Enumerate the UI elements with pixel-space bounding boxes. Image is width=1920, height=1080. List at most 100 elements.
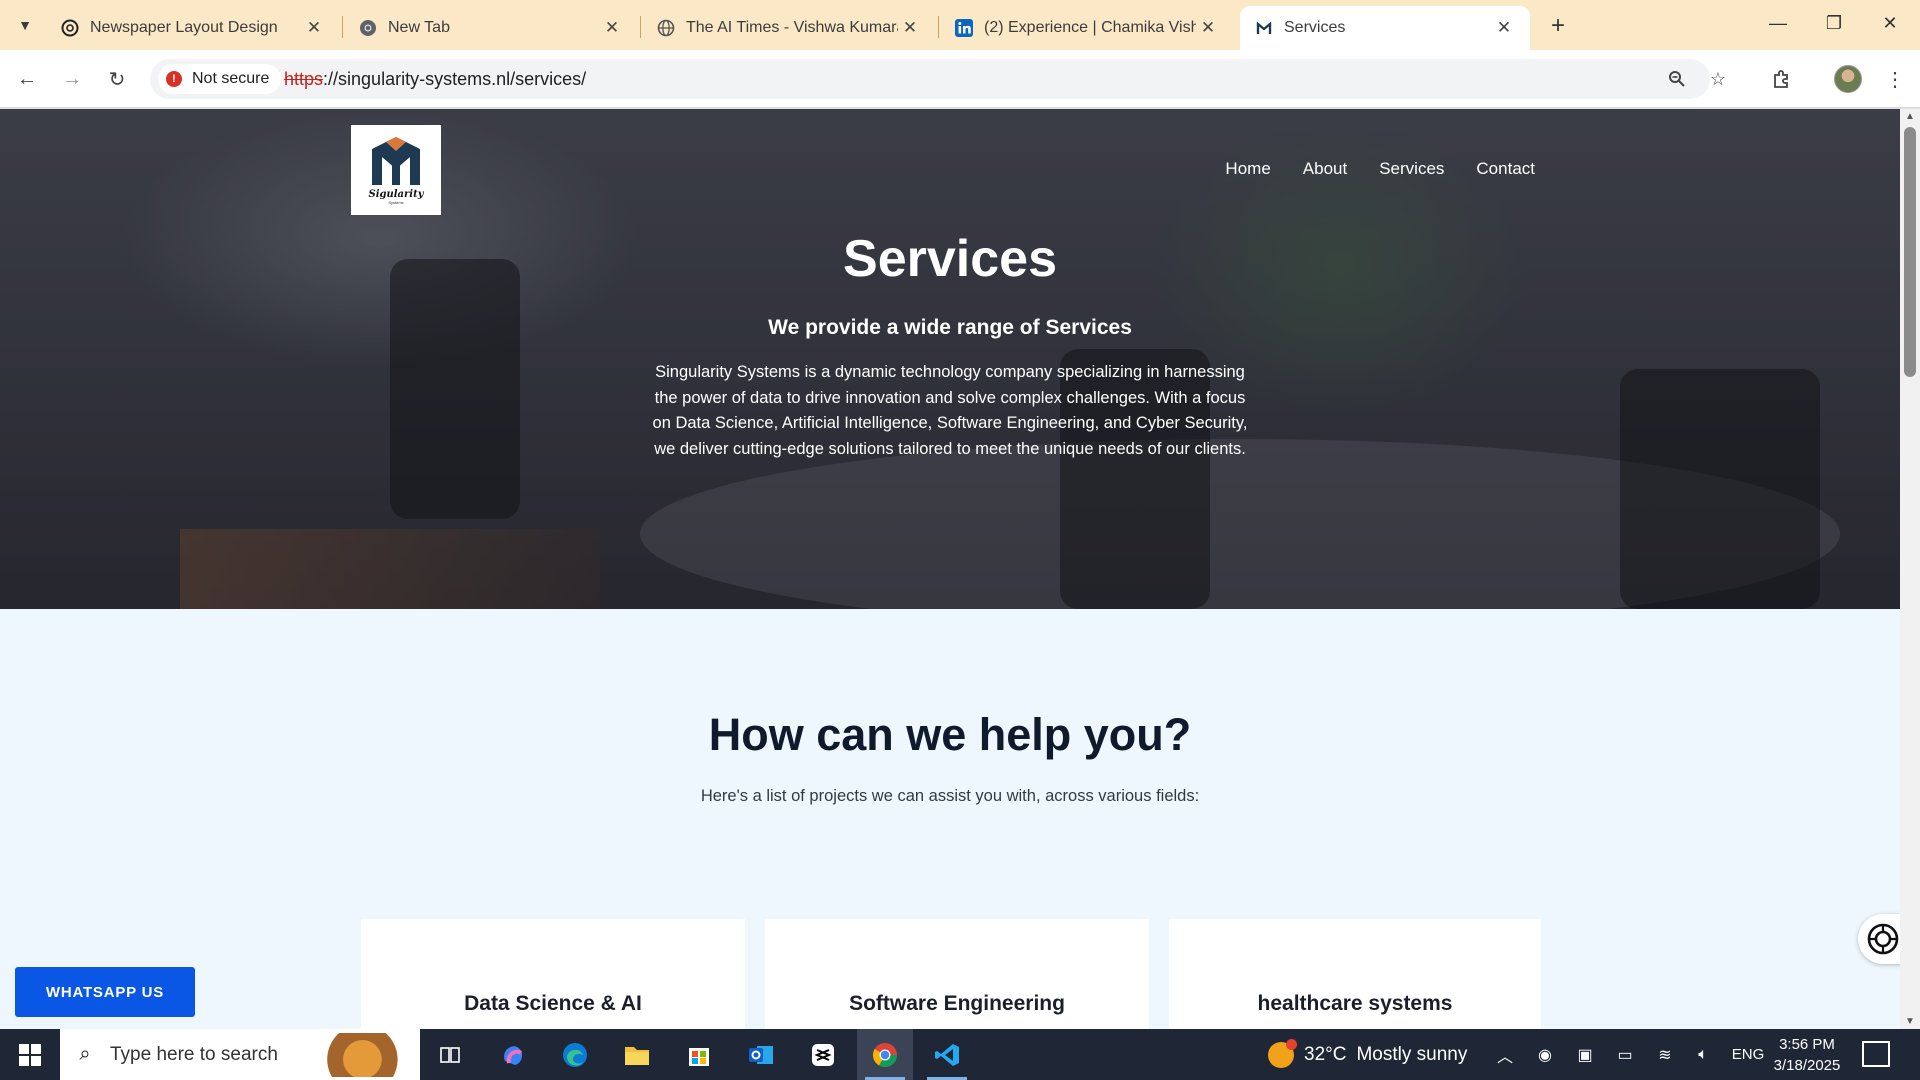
volume-icon[interactable]: 🔈︎	[1688, 1029, 1718, 1080]
new-tab-button[interactable]: +	[1542, 10, 1574, 42]
forward-button[interactable]: →	[57, 64, 87, 94]
browser-tab-strip: ▼ Newspaper Layout Design ✕ New Tab ✕ Th…	[0, 0, 1920, 50]
url-text[interactable]: https://singularity-systems.nl/services/	[284, 59, 586, 99]
menu-kebab-icon[interactable]: ⋮	[1880, 64, 1910, 94]
close-tab-icon[interactable]: ✕	[1196, 18, 1220, 38]
nav-home[interactable]: Home	[1225, 159, 1270, 179]
tab-search-button[interactable]: ▼	[8, 10, 42, 40]
capcut-icon	[812, 1043, 834, 1066]
copilot-icon	[504, 1045, 523, 1065]
tab-title: The AI Times - Vishwa Kumara's	[686, 19, 898, 36]
chevron-down-icon: ▼	[18, 17, 32, 33]
back-button[interactable]: ←	[12, 64, 42, 94]
chrome-app[interactable]	[857, 1029, 913, 1080]
show-hidden-icons-icon[interactable]: ︿	[1490, 1029, 1520, 1080]
linkedin-icon	[954, 18, 974, 38]
notifications-icon[interactable]	[1862, 1041, 1890, 1067]
tab-services[interactable]: Services ✕	[1240, 6, 1530, 50]
system-clock[interactable]: 3:56 PM 3/18/2025	[1762, 1034, 1852, 1076]
site-navigation: Home About Services Contact	[1225, 159, 1535, 179]
site-logo[interactable]: Sigularity Systems	[351, 125, 441, 215]
language-indicator[interactable]: ENG	[1730, 1029, 1766, 1080]
service-card-data-science[interactable]: Data Science & AI	[361, 919, 745, 1029]
file-explorer-app[interactable]	[609, 1029, 665, 1080]
service-card-healthcare[interactable]: healthcare systems	[1169, 919, 1541, 1029]
close-tab-icon[interactable]: ✕	[302, 18, 326, 38]
address-bar[interactable]: ! Not secure https://singularity-systems…	[150, 59, 1726, 99]
wifi-icon[interactable]: ≋	[1650, 1029, 1680, 1080]
meet-icon[interactable]: ▣	[1570, 1029, 1600, 1080]
service-card-title: Data Science & AI	[464, 992, 642, 1015]
tab-title: Services	[1284, 19, 1346, 36]
tab-separator	[938, 16, 939, 38]
close-tab-icon[interactable]: ✕	[898, 18, 922, 38]
scrollbar-thumb[interactable]	[1904, 127, 1916, 377]
tab-separator	[342, 16, 343, 38]
weather-widget[interactable]: 32°C Mostly sunny	[1268, 1029, 1467, 1080]
extensions-icon[interactable]	[1766, 64, 1796, 94]
globe-icon	[656, 18, 676, 38]
security-label: Not secure	[192, 70, 270, 87]
edge-app[interactable]	[547, 1029, 603, 1080]
tab-new-tab[interactable]: New Tab ✕	[344, 6, 638, 50]
tab-ai-times[interactable]: The AI Times - Vishwa Kumara's ✕	[642, 6, 936, 50]
capcut-app[interactable]	[795, 1029, 851, 1080]
reload-button[interactable]: ↻	[102, 64, 132, 94]
vscode-app[interactable]	[919, 1029, 975, 1080]
weather-alert-badge	[1286, 1038, 1297, 1050]
back-arrow-icon: ←	[17, 67, 37, 90]
outlook-icon	[749, 1045, 773, 1064]
profile-avatar[interactable]	[1834, 65, 1862, 93]
microsoft-store-app[interactable]	[671, 1029, 727, 1080]
openai-icon	[60, 18, 80, 38]
copilot-app[interactable]	[485, 1029, 541, 1080]
nav-contact[interactable]: Contact	[1476, 159, 1535, 179]
close-window-button[interactable]: ✕	[1862, 0, 1918, 46]
vscode-icon	[935, 1043, 959, 1066]
chrome-icon	[358, 18, 378, 38]
task-view-button[interactable]	[422, 1029, 478, 1080]
url-scheme: https	[284, 69, 324, 89]
taskbar-search-box[interactable]: ⌕ Type here to search	[60, 1029, 420, 1080]
battery-icon[interactable]: ▭	[1610, 1029, 1640, 1080]
logo-subtext: Systems	[388, 200, 404, 205]
nav-about[interactable]: About	[1303, 159, 1347, 179]
security-chip[interactable]: ! Not secure	[158, 64, 282, 94]
tab-linkedin[interactable]: (2) Experience | Chamika Vishwa ✕	[940, 6, 1234, 50]
forward-arrow-icon: →	[62, 67, 82, 90]
close-tab-icon[interactable]: ✕	[1492, 18, 1516, 38]
page-viewport: Sigularity Systems Home About Services C…	[0, 109, 1900, 1029]
page-scrollbar[interactable]: ▲ ▼	[1900, 109, 1920, 1029]
close-tab-icon[interactable]: ✕	[600, 18, 624, 38]
tab-title: (2) Experience | Chamika Vishwa	[984, 19, 1196, 36]
outlook-app[interactable]	[733, 1029, 789, 1080]
help-subheading: Here's a list of projects we can assist …	[700, 787, 1200, 805]
help-heading: How can we help you?	[708, 709, 1192, 760]
zoom-icon[interactable]	[1665, 67, 1689, 91]
bookmark-star-icon[interactable]: ☆	[1706, 67, 1730, 91]
restore-icon: ❐	[1825, 12, 1843, 33]
task-view-icon	[440, 1046, 460, 1063]
service-card-software-engineering[interactable]: Software Engineering	[765, 919, 1149, 1029]
record-icon[interactable]: ◉	[1530, 1029, 1560, 1080]
hero-subtitle: We provide a wide range of Services	[768, 316, 1132, 339]
scroll-up-icon[interactable]: ▲	[1905, 111, 1915, 122]
chat-widget-button[interactable]	[1858, 914, 1900, 964]
weather-description: Mostly sunny	[1356, 1043, 1468, 1065]
minimize-button[interactable]: —	[1750, 0, 1806, 46]
search-placeholder: Type here to search	[110, 1043, 278, 1065]
folder-icon	[625, 1046, 649, 1065]
scroll-down-icon[interactable]: ▼	[1905, 1016, 1915, 1027]
plus-icon: +	[1550, 12, 1565, 39]
service-card-title: healthcare systems	[1257, 992, 1453, 1015]
singularity-favicon-icon	[1254, 18, 1274, 38]
clock-date: 3/18/2025	[1773, 1057, 1841, 1074]
clock-time: 3:56 PM	[1779, 1036, 1835, 1053]
tab-newspaper-layout[interactable]: Newspaper Layout Design ✕	[46, 6, 340, 50]
logo-text: Sigularity	[368, 189, 424, 200]
whatsapp-button[interactable]: WHATSAPP US	[15, 967, 195, 1017]
tab-title: Newspaper Layout Design	[90, 19, 278, 36]
restore-button[interactable]: ❐	[1806, 0, 1862, 46]
nav-services[interactable]: Services	[1379, 159, 1444, 179]
start-button[interactable]	[0, 1029, 60, 1080]
